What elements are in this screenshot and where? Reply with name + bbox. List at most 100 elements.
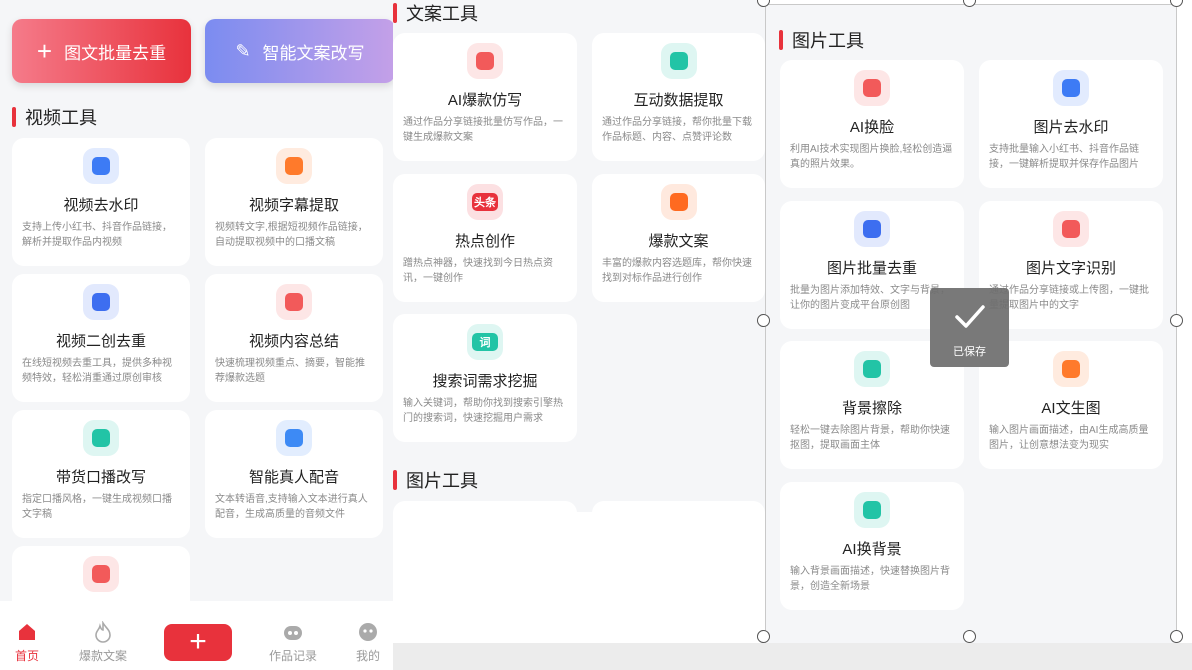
- tool-card-title: AI文生图: [1041, 400, 1101, 417]
- bottom-tab-bar: 首页 爆款文案 + 作品记录 我的: [0, 601, 393, 670]
- robot-icon: [263, 621, 323, 645]
- image-icon: [854, 492, 890, 528]
- icon-glyph: [285, 293, 303, 311]
- section-title-video-tools: 视频工具: [12, 104, 97, 130]
- batch-dedupe-label: 图文批量去重: [64, 43, 167, 63]
- plus-icon: +: [189, 625, 207, 658]
- section-accent-bar: [779, 30, 783, 50]
- face-swap-icon: [854, 70, 890, 106]
- headset-icon: [83, 556, 119, 592]
- smart-rewrite-label: 智能文案改写: [262, 43, 365, 63]
- tab-profile[interactable]: 我的: [338, 621, 393, 664]
- icon-glyph: [92, 157, 110, 175]
- tool-card-title: 视频二创去重: [55, 333, 146, 350]
- icon-glyph: 词: [472, 333, 498, 351]
- app-screen-video-tools: + 图文批量去重 ✎ 智能文案改写 视频工具 视频去水印 支持上传小红书、抖音作品…: [0, 0, 393, 670]
- video-edit-icon: [83, 284, 119, 320]
- tool-card-title: AI爆款仿写: [447, 92, 523, 109]
- icon-glyph: [285, 157, 303, 175]
- tool-card-description: 利用AI技术实现图片换脸,轻松创造逼真的照片效果。: [790, 144, 953, 170]
- tool-card[interactable]: 视频去水印 支持上传小红书、抖音作品链接，解析并提取作品内视频: [12, 138, 190, 266]
- toast-label: 已保存: [953, 346, 986, 358]
- smart-rewrite-button[interactable]: ✎ 智能文案改写: [205, 19, 393, 83]
- section-accent-bar: [393, 470, 397, 490]
- pen-icon: [467, 43, 503, 79]
- icon-glyph: [1062, 220, 1080, 238]
- tool-card[interactable]: 图片去水印 支持批量输入小红书、抖音作品链接，一键解析提取并保存作品图片: [979, 60, 1163, 188]
- tab-profile-label: 我的: [355, 649, 380, 663]
- tool-card-description: 支持上传小红书、抖音作品链接，解析并提取作品内视频: [22, 222, 172, 248]
- tool-card-title: 带货口播改写: [55, 469, 146, 486]
- tool-card[interactable]: 视频字幕提取 视频转文字,根据短视频作品链接，自动提取视频中的口播文稿: [205, 138, 383, 266]
- tool-card[interactable]: 头条 热点创作 蹭热点神器，快速找到今日热点资讯，一键创作: [393, 174, 577, 302]
- resize-handle-bottom[interactable]: [963, 630, 976, 643]
- tool-card[interactable]: 视频二创去重在线短视频去重工具，提供多种视频特效，轻松消重通过原创审核: [12, 274, 190, 402]
- image-icon: [854, 351, 890, 387]
- tab-works-record[interactable]: 作品记录: [263, 621, 323, 664]
- profile-icon: [338, 621, 393, 645]
- create-plus-button[interactable]: +: [164, 624, 232, 661]
- fire-icon: [73, 620, 133, 645]
- fire-icon: [660, 184, 697, 220]
- resize-handle-bottom-right[interactable]: [1170, 630, 1183, 643]
- tool-card[interactable]: 互动数据提取 通过作品分享链接，帮你批量下载作品标题、内容、点赞评论数: [592, 33, 765, 161]
- tab-home-label: 首页: [14, 649, 39, 663]
- section-title-image-tools: 图片工具: [779, 27, 864, 53]
- section-title-text: 视频工具: [25, 108, 97, 128]
- plus-icon: +: [36, 35, 53, 66]
- magic-icon: [854, 211, 890, 247]
- tool-card-title: 背景擦除: [841, 400, 902, 417]
- tool-card-title: 图片文字识别: [1025, 260, 1116, 277]
- tool-card-description: 轻松一键去除图片背景，帮助你快速抠图，提取画面主体: [790, 425, 950, 451]
- tab-viral-copy[interactable]: 爆款文案: [73, 620, 133, 664]
- batch-dedupe-button[interactable]: + 图文批量去重: [12, 19, 191, 83]
- summary-icon: [276, 284, 312, 320]
- tool-card-description: 通过作品分享链接，帮你批量下载作品标题、内容、点赞评论数: [602, 117, 752, 143]
- canvas-footer-area: [393, 643, 1192, 670]
- tool-card-title: 搜索词需求挖掘: [432, 373, 538, 390]
- resize-handle-left[interactable]: [757, 314, 770, 327]
- icon-glyph: 头条: [472, 193, 498, 211]
- section-accent-bar: [12, 107, 16, 127]
- resize-handle-right[interactable]: [1170, 314, 1183, 327]
- tab-home[interactable]: 首页: [0, 621, 57, 664]
- home-icon: [0, 621, 57, 645]
- icon-glyph: [92, 429, 110, 447]
- tool-card-description: 在线短视频去重工具，提供多种视频特效，轻松消重通过原创审核: [22, 358, 172, 384]
- section-title-text: 文案工具: [406, 4, 478, 24]
- tool-card-description: 文本转语音,支持输入文本进行真人配音，生成高质量的音频文件: [215, 494, 368, 520]
- tool-card-description: 支持批量输入小红书、抖音作品链接，一键解析提取并保存作品图片: [989, 144, 1139, 170]
- tool-card-title: 图片批量去重: [826, 260, 917, 277]
- tool-card[interactable]: AI换背景 输入背景画面描述，快速替换图片背景，创造全新场景: [780, 482, 964, 610]
- section-title-text: 图片工具: [406, 471, 478, 491]
- tab-works-record-label: 作品记录: [268, 649, 317, 663]
- tool-card[interactable]: 爆款文案 丰富的爆款内容选题库，帮你快速找到对标作品进行创作: [592, 174, 765, 302]
- tool-card-description: 视频转文字,根据短视频作品链接，自动提取视频中的口播文稿: [215, 222, 368, 248]
- tool-card-title: 热点创作: [454, 233, 515, 250]
- tool-card[interactable]: 视频内容总结 快速梳理视频重点、摘要，智能推荐爆款选题: [205, 274, 383, 402]
- resize-handle-bottom-left[interactable]: [757, 630, 770, 643]
- icon-glyph: [476, 52, 494, 70]
- icon-glyph: [863, 501, 881, 519]
- tool-card-description: 输入图片画面描述，由AI生成高质量图片，让创意想法变为现实: [989, 425, 1149, 451]
- tool-card[interactable]: 智能真人配音 文本转语音,支持输入文本进行真人配音，生成高质量的音频文件: [205, 410, 383, 538]
- search-word-icon: 词: [467, 324, 503, 360]
- tool-card[interactable]: AI换脸利用AI技术实现图片换脸,轻松创造逼真的照片效果。: [780, 60, 964, 188]
- section-title-copy-tools: 文案工具: [393, 0, 478, 26]
- section-title-image-tools: 图片工具: [393, 467, 478, 493]
- watermark-icon: [1053, 70, 1089, 106]
- text-to-image-icon: [1053, 351, 1089, 387]
- document-icon: [83, 420, 119, 456]
- tool-card[interactable]: 带货口播改写指定口播风格，一键生成视频口播文字稿: [12, 410, 190, 538]
- icon-glyph: [1062, 360, 1080, 378]
- tool-card[interactable]: AI爆款仿写 通过作品分享链接批量仿写作品，一键生成爆款文案: [393, 33, 577, 161]
- tool-card-title: AI换背景: [842, 541, 902, 558]
- tool-card[interactable]: 词搜索词需求挖掘 输入关键词，帮助你找到搜索引擎热门的搜索词，快速挖掘用户需求: [393, 314, 577, 442]
- ocr-icon: [1053, 211, 1089, 247]
- tool-card-description: 指定口播风格，一键生成视频口播文字稿: [22, 494, 172, 520]
- tab-viral-copy-label: 爆款文案: [78, 649, 127, 663]
- icon-glyph: [1062, 79, 1080, 97]
- icon-glyph: [285, 429, 303, 447]
- tool-card-title: AI换脸: [849, 119, 895, 136]
- tool-card-title: 爆款文案: [648, 233, 709, 250]
